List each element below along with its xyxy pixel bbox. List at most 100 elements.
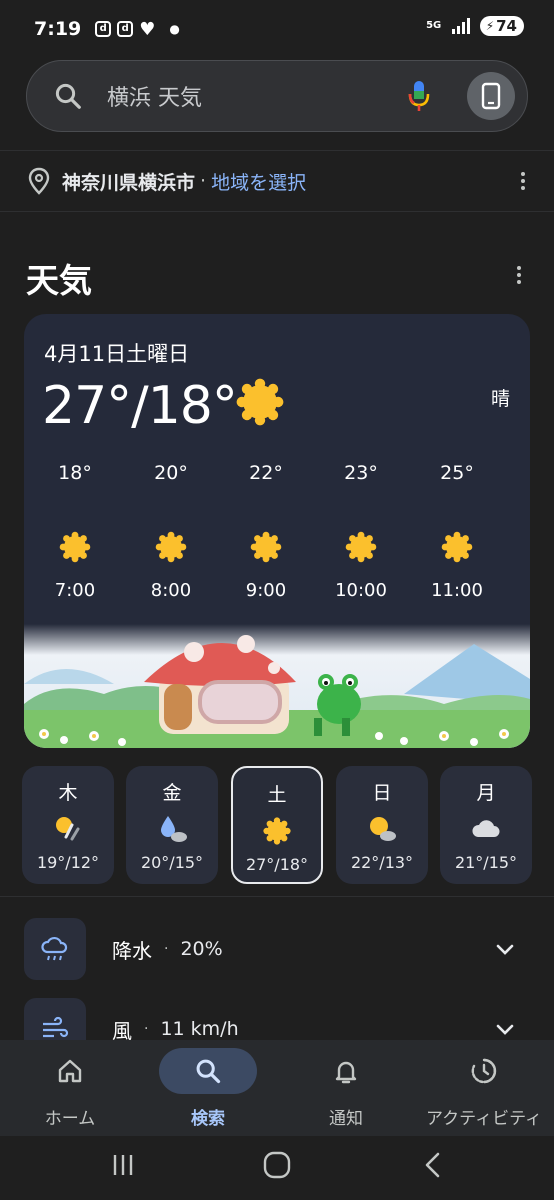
nav-label: 通知 (329, 1109, 363, 1129)
nav-pill (159, 1048, 257, 1094)
status-bar: 7:19 d d ♥ ● 5G ⚡ 74 (0, 0, 554, 58)
day-temps: 27°/18° (245, 855, 309, 874)
hour-temp: 25° (440, 462, 474, 484)
hour-temp: 22° (249, 462, 283, 484)
weather-more-icon[interactable] (516, 266, 522, 284)
search-input[interactable]: 横浜 天気 (107, 80, 407, 112)
mic-icon[interactable] (407, 79, 431, 113)
sun-icon (155, 531, 187, 563)
more-notifications-icon: ● (169, 22, 180, 36)
day-temps: 21°/15° (454, 853, 518, 872)
day-name: 木 (58, 782, 78, 804)
nav-notifications[interactable]: 通知 (276, 1048, 416, 1129)
cloud-icon (472, 820, 500, 837)
current-date: 4月11日土曜日 (44, 342, 190, 366)
section-title: 天気 (26, 261, 92, 300)
hour-temp: 18° (58, 462, 92, 484)
sun-icon (441, 531, 473, 563)
lens-phone-button[interactable] (467, 72, 515, 120)
day-chip-sat[interactable]: 土 27°/18° (231, 766, 323, 884)
hourly-forecast: 18° 7:00 20° 8:00 22° 9:00 23° 10:00 25°… (24, 462, 530, 602)
app-notification-icon: d (117, 21, 134, 37)
app-notification-icon: d (95, 21, 112, 37)
sun-icon (236, 378, 284, 426)
bell-icon (335, 1061, 357, 1084)
detail-dot: · (164, 941, 169, 957)
nav-search[interactable]: 検索 (138, 1048, 278, 1129)
nav-label: アクティビティ (425, 1109, 543, 1129)
detail-icon-box (24, 918, 86, 980)
hourly-item: 23° 10:00 (321, 462, 401, 601)
location-pin-icon (28, 167, 50, 195)
nav-label: ホーム (44, 1109, 96, 1129)
day-name: 金 (162, 782, 182, 804)
day-name: 日 (372, 782, 392, 804)
search-icon[interactable] (53, 81, 83, 111)
notification-icons: d d ♥ ● (95, 19, 180, 40)
hourly-item: 22° 9:00 (226, 462, 306, 601)
location-row: 神奈川県横浜市 · 地域を選択 (0, 150, 554, 212)
raindrop-cloud-icon (161, 816, 187, 842)
sun-rain-icon (56, 817, 80, 841)
system-icons: 5G ⚡ 74 (426, 16, 524, 36)
heart-icon: ♥ (139, 18, 156, 40)
nav-home[interactable]: ホーム (0, 1048, 140, 1129)
day-name: 土 (267, 784, 287, 806)
search-icon (196, 1059, 221, 1084)
hour-time: 9:00 (245, 580, 287, 601)
nav-pill (297, 1048, 395, 1094)
hourly-item: 18° 7:00 (35, 462, 115, 601)
weather-illustration (24, 624, 530, 748)
location-name: 神奈川県横浜市 (62, 171, 196, 194)
hour-time: 8:00 (150, 580, 192, 601)
hour-temp: 23° (344, 462, 378, 484)
rain-cloud-icon (41, 936, 68, 961)
day-temps: 20°/15° (140, 853, 204, 872)
location-separator: · (200, 170, 207, 192)
hour-time: 7:00 (54, 580, 96, 601)
sun-icon (345, 531, 377, 563)
battery-icon: ⚡ 74 (479, 16, 524, 36)
weather-card[interactable]: 4月11日土曜日 27°/18° 晴 18° 7:00 20° 8:00 22°… (24, 314, 530, 748)
detail-dot: · (144, 1021, 149, 1037)
day-chip-fri[interactable]: 金 20°/15° (126, 766, 218, 884)
day-chip-mon[interactable]: 月 21°/15° (440, 766, 532, 884)
sun-icon (250, 531, 282, 563)
hour-time: 11:00 (431, 580, 483, 601)
back-icon[interactable] (418, 1150, 448, 1180)
phone-icon (481, 82, 501, 110)
hour-time: 10:00 (335, 580, 387, 601)
location-more-icon[interactable] (520, 172, 526, 190)
bottom-navigation: ホーム 検索 通知 アクティビティ (0, 1040, 554, 1136)
detail-value: 20% (180, 938, 223, 960)
select-region-link[interactable]: 地域を選択 (211, 168, 306, 195)
day-chip-sun[interactable]: 日 22°/13° (336, 766, 428, 884)
search-bar[interactable]: 横浜 天気 (26, 60, 528, 132)
chevron-down-icon[interactable] (494, 938, 516, 960)
current-temps: 27°/18° (42, 376, 238, 436)
nav-pill (435, 1048, 533, 1094)
home-button-icon[interactable] (262, 1150, 292, 1180)
chevron-down-icon[interactable] (494, 1018, 516, 1040)
nav-label: 検索 (191, 1109, 225, 1129)
detail-value: 11 km/h (160, 1018, 239, 1040)
day-temps: 22°/13° (350, 853, 414, 872)
recent-apps-icon[interactable] (108, 1150, 138, 1180)
day-name: 月 (476, 782, 496, 804)
home-icon (58, 1059, 82, 1083)
precipitation-row[interactable]: 降水 · 20% (24, 918, 530, 980)
hourly-item: 25° 11:00 (417, 462, 497, 601)
current-condition: 晴 (490, 388, 510, 410)
nav-activity[interactable]: アクティビティ (414, 1048, 554, 1129)
divider (0, 896, 554, 897)
sun-icon (59, 531, 91, 563)
nav-pill (21, 1048, 119, 1094)
day-chip-thu[interactable]: 木 19°/12° (22, 766, 114, 884)
sun-cloud-icon (370, 817, 396, 841)
system-navigation (0, 1136, 554, 1200)
network-type-icon: 5G (426, 20, 442, 31)
battery-level: 74 (496, 17, 517, 35)
hour-temp: 20° (154, 462, 188, 484)
day-temps: 19°/12° (36, 853, 100, 872)
signal-icon (451, 18, 470, 34)
